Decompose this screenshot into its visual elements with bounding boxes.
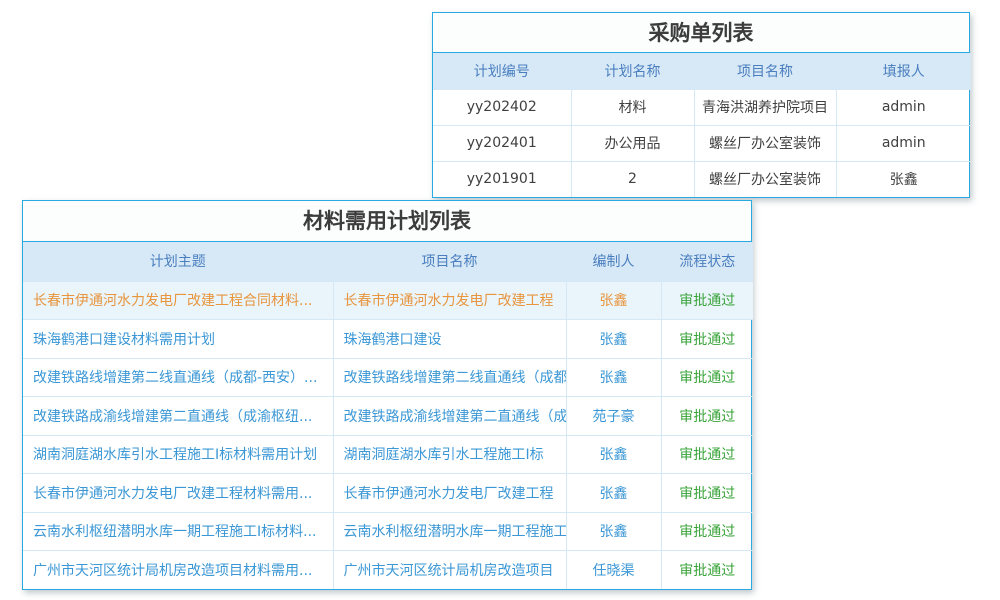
material-table-row[interactable]: 湖南洞庭湖水库引水工程施工I标材料需用计划湖南洞庭湖水库引水工程施工I标张鑫审批… xyxy=(23,435,753,474)
material-table-row[interactable]: 长春市伊通河水力发电厂改建工程合同材料...长春市伊通河水力发电厂改建工程张鑫审… xyxy=(23,281,753,320)
material-table-body: 长春市伊通河水力发电厂改建工程合同材料...长春市伊通河水力发电厂改建工程张鑫审… xyxy=(23,281,753,589)
purchase-table-row[interactable]: yy202401办公用品螺丝厂办公室装饰admin xyxy=(433,125,971,161)
purchase-column-header: 计划编号 xyxy=(433,53,571,89)
plan-subject-link[interactable]: 改建铁路成渝线增建第二直通线（成渝枢纽... xyxy=(23,397,333,436)
purchase-list-title: 采购单列表 xyxy=(433,13,969,53)
purchase-table-cell: 青海洪湖养护院项目 xyxy=(694,89,836,125)
purchase-table-cell: 螺丝厂办公室装饰 xyxy=(694,161,836,197)
purchase-table-cell: 办公用品 xyxy=(571,125,694,161)
status-label: 审批通过 xyxy=(661,281,753,320)
status-label: 审批通过 xyxy=(661,435,753,474)
compiler-name: 张鑫 xyxy=(566,512,661,551)
plan-subject-link[interactable]: 广州市天河区统计局机房改造项目材料需用... xyxy=(23,551,333,590)
purchase-table-cell: admin xyxy=(836,125,971,161)
compiler-name: 张鑫 xyxy=(566,281,661,320)
compiler-name: 张鑫 xyxy=(566,320,661,359)
project-name-link[interactable]: 广州市天河区统计局机房改造项目 xyxy=(333,551,566,590)
project-name-link[interactable]: 长春市伊通河水力发电厂改建工程 xyxy=(333,474,566,513)
plan-subject-link[interactable]: 长春市伊通河水力发电厂改建工程合同材料... xyxy=(23,281,333,320)
material-column-header: 编制人 xyxy=(566,242,661,281)
project-name-link[interactable]: 珠海鹤港口建设 xyxy=(333,320,566,359)
purchase-column-header: 项目名称 xyxy=(694,53,836,89)
material-table-row[interactable]: 改建铁路成渝线增建第二直通线（成渝枢纽...改建铁路成渝线增建第二直通线（成..… xyxy=(23,397,753,436)
compiler-name: 张鑫 xyxy=(566,474,661,513)
purchase-table-cell: 张鑫 xyxy=(836,161,971,197)
project-name-link[interactable]: 云南水利枢纽潜明水库一期工程施工I标 xyxy=(333,512,566,551)
purchase-column-header: 计划名称 xyxy=(571,53,694,89)
purchase-order-list-panel: 采购单列表 计划编号计划名称项目名称填报人 yy202402材料青海洪湖养护院项… xyxy=(432,12,970,198)
material-list-title: 材料需用计划列表 xyxy=(23,201,751,242)
purchase-table-row[interactable]: yy202402材料青海洪湖养护院项目admin xyxy=(433,89,971,125)
purchase-table-body: yy202402材料青海洪湖养护院项目adminyy202401办公用品螺丝厂办… xyxy=(433,89,971,197)
purchase-table-cell: yy201901 xyxy=(433,161,571,197)
status-label: 审批通过 xyxy=(661,358,753,397)
purchase-order-table: 计划编号计划名称项目名称填报人 yy202402材料青海洪湖养护院项目admin… xyxy=(433,53,971,197)
status-label: 审批通过 xyxy=(661,512,753,551)
material-header-row: 计划主题项目名称编制人流程状态 xyxy=(23,242,753,281)
project-name-link[interactable]: 湖南洞庭湖水库引水工程施工I标 xyxy=(333,435,566,474)
material-table-row[interactable]: 广州市天河区统计局机房改造项目材料需用...广州市天河区统计局机房改造项目任晓渠… xyxy=(23,551,753,590)
project-name-link[interactable]: 改建铁路成渝线增建第二直通线（成... xyxy=(333,397,566,436)
purchase-table-cell: 2 xyxy=(571,161,694,197)
material-column-header: 流程状态 xyxy=(661,242,753,281)
plan-subject-link[interactable]: 湖南洞庭湖水库引水工程施工I标材料需用计划 xyxy=(23,435,333,474)
purchase-table-row[interactable]: yy2019012螺丝厂办公室装饰张鑫 xyxy=(433,161,971,197)
material-table-row[interactable]: 珠海鹤港口建设材料需用计划珠海鹤港口建设张鑫审批通过 xyxy=(23,320,753,359)
material-table-row[interactable]: 云南水利枢纽潜明水库一期工程施工I标材料...云南水利枢纽潜明水库一期工程施工I… xyxy=(23,512,753,551)
purchase-table-cell: 螺丝厂办公室装饰 xyxy=(694,125,836,161)
project-name-link[interactable]: 长春市伊通河水力发电厂改建工程 xyxy=(333,281,566,320)
material-table-row[interactable]: 长春市伊通河水力发电厂改建工程材料需用...长春市伊通河水力发电厂改建工程张鑫审… xyxy=(23,474,753,513)
status-label: 审批通过 xyxy=(661,320,753,359)
compiler-name: 张鑫 xyxy=(566,435,661,474)
material-column-header: 计划主题 xyxy=(23,242,333,281)
plan-subject-link[interactable]: 长春市伊通河水力发电厂改建工程材料需用... xyxy=(23,474,333,513)
plan-subject-link[interactable]: 改建铁路线增建第二线直通线（成都-西安）... xyxy=(23,358,333,397)
purchase-column-header: 填报人 xyxy=(836,53,971,89)
plan-subject-link[interactable]: 珠海鹤港口建设材料需用计划 xyxy=(23,320,333,359)
material-plan-list-panel: 材料需用计划列表 计划主题项目名称编制人流程状态 长春市伊通河水力发电厂改建工程… xyxy=(22,200,752,590)
compiler-name: 张鑫 xyxy=(566,358,661,397)
project-name-link[interactable]: 改建铁路线增建第二线直通线（成都-... xyxy=(333,358,566,397)
compiler-name: 苑子豪 xyxy=(566,397,661,436)
status-label: 审批通过 xyxy=(661,397,753,436)
material-plan-table: 计划主题项目名称编制人流程状态 长春市伊通河水力发电厂改建工程合同材料...长春… xyxy=(23,242,753,589)
status-label: 审批通过 xyxy=(661,551,753,590)
material-column-header: 项目名称 xyxy=(333,242,566,281)
plan-subject-link[interactable]: 云南水利枢纽潜明水库一期工程施工I标材料... xyxy=(23,512,333,551)
purchase-header-row: 计划编号计划名称项目名称填报人 xyxy=(433,53,971,89)
compiler-name: 任晓渠 xyxy=(566,551,661,590)
material-table-row[interactable]: 改建铁路线增建第二线直通线（成都-西安）...改建铁路线增建第二线直通线（成都-… xyxy=(23,358,753,397)
purchase-table-cell: yy202401 xyxy=(433,125,571,161)
purchase-table-cell: yy202402 xyxy=(433,89,571,125)
purchase-table-cell: admin xyxy=(836,89,971,125)
purchase-table-cell: 材料 xyxy=(571,89,694,125)
status-label: 审批通过 xyxy=(661,474,753,513)
